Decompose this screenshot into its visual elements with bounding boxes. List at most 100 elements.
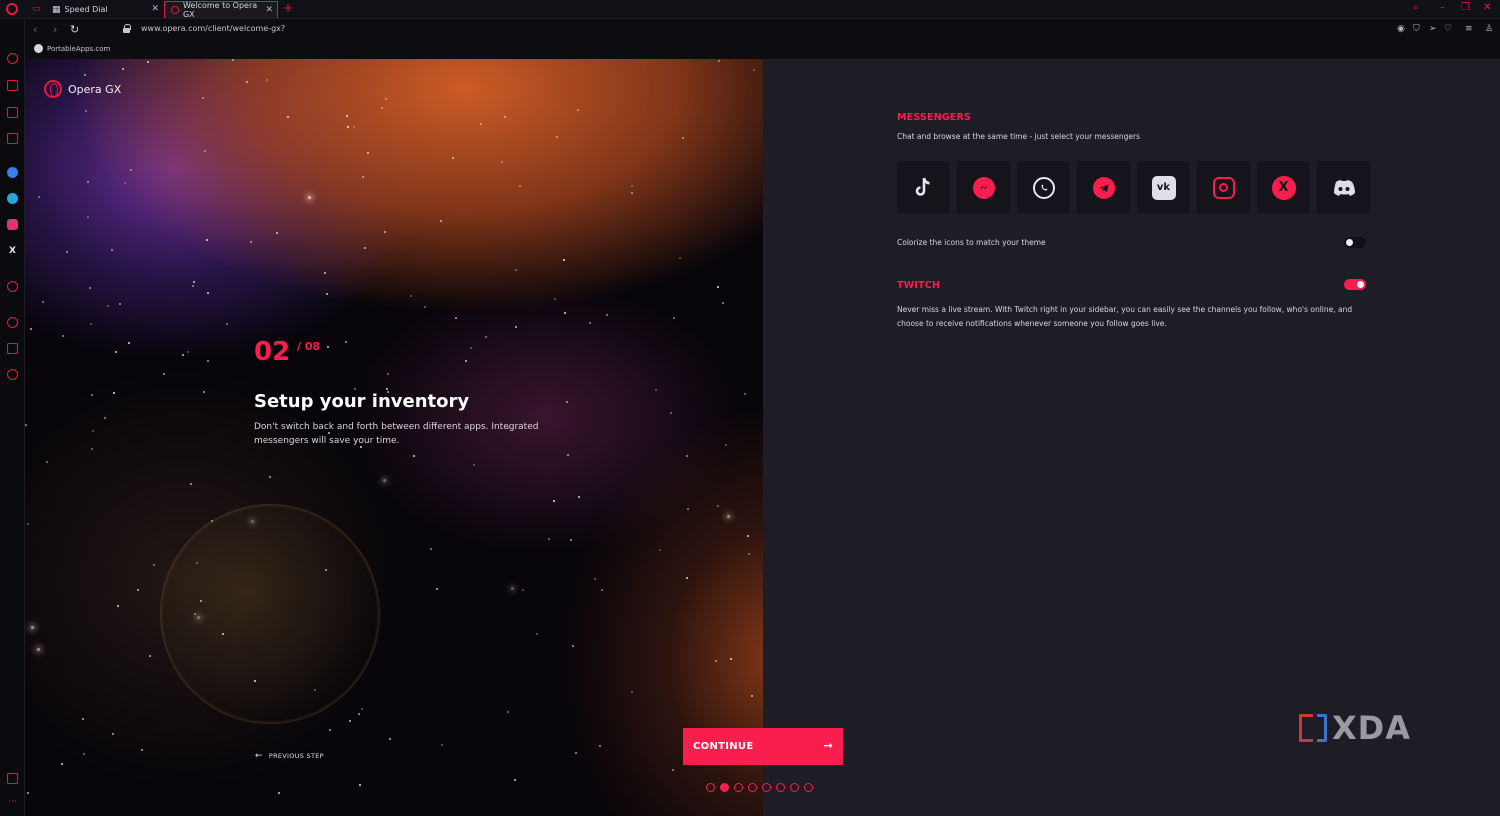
telegram-button[interactable]: [1077, 161, 1130, 214]
messenger-icon[interactable]: [7, 167, 18, 178]
player-icon[interactable]: [7, 281, 18, 292]
star: [251, 520, 254, 523]
twitch-toggle[interactable]: [1344, 279, 1366, 290]
star: [324, 272, 326, 274]
star: [747, 535, 749, 537]
box-icon[interactable]: [7, 343, 18, 354]
x-icon: X: [1271, 175, 1296, 200]
continue-button[interactable]: CONTINUE →: [683, 728, 843, 765]
pagination-dot[interactable]: [706, 783, 715, 792]
address-bar: ‹ › ↻ www.opera.com/client/welcome-gx? ◉…: [25, 19, 1500, 40]
pagination-dot[interactable]: [776, 783, 785, 792]
reload-icon[interactable]: ↻: [70, 23, 79, 36]
more-icon[interactable]: ⋯: [7, 797, 18, 808]
new-tab-button[interactable]: +: [283, 1, 293, 15]
settings-icon[interactable]: [7, 369, 18, 380]
tab-welcome[interactable]: Welcome to Opera GX ✕: [164, 1, 278, 19]
tiktok-button[interactable]: [897, 161, 950, 214]
back-icon[interactable]: ‹: [33, 23, 37, 36]
close-window-icon[interactable]: ✕: [1483, 2, 1491, 13]
star: [202, 97, 204, 99]
star: [347, 126, 349, 128]
twitch-icon[interactable]: [7, 107, 18, 118]
star: [686, 577, 688, 579]
url-field[interactable]: www.opera.com/client/welcome-gx?: [141, 24, 285, 33]
search-icon[interactable]: ⌕: [1413, 2, 1419, 13]
close-icon[interactable]: ✕: [265, 5, 273, 15]
discord-icon: [1333, 179, 1355, 196]
star: [308, 196, 311, 199]
star: [589, 322, 591, 324]
star: [87, 181, 89, 183]
star: [717, 286, 719, 288]
heart-icon[interactable]: ♡: [1444, 24, 1452, 34]
colorize-toggle[interactable]: [1344, 237, 1366, 248]
send-icon[interactable]: ➢: [1429, 24, 1437, 34]
star: [441, 744, 443, 746]
previous-step-button[interactable]: ← PREVIOUS STEP: [255, 751, 324, 761]
telegram-icon[interactable]: [7, 193, 18, 204]
gamepad-icon[interactable]: ▭: [32, 4, 41, 14]
star: [566, 401, 568, 403]
star: [514, 779, 516, 781]
star: [570, 539, 572, 541]
whatsapp-button[interactable]: [1017, 161, 1070, 214]
star: [599, 745, 601, 747]
tab-speed-dial[interactable]: ▦ Speed Dial ✕: [46, 1, 163, 18]
settings-panel: MESSENGERS Chat and browse at the same t…: [763, 59, 1500, 816]
x-icon[interactable]: X: [7, 246, 18, 257]
bookmark-favicon-icon: [34, 44, 43, 53]
camera-icon[interactable]: ◉: [1397, 24, 1405, 34]
vk-button[interactable]: vk: [1137, 161, 1190, 214]
star: [204, 150, 206, 152]
star: [232, 59, 234, 61]
calendar-icon[interactable]: [7, 133, 18, 144]
messenger-button[interactable]: [957, 161, 1010, 214]
menu-icon[interactable]: ≡: [1465, 24, 1473, 34]
star: [122, 68, 124, 70]
star: [37, 648, 40, 651]
star: [515, 326, 517, 328]
arrow-left-icon: ←: [255, 751, 263, 761]
star: [501, 161, 503, 163]
pagination-dot[interactable]: [804, 783, 813, 792]
star: [197, 616, 200, 619]
opera-menu-icon[interactable]: [6, 3, 18, 15]
step-number: 02: [254, 337, 291, 367]
star: [346, 115, 348, 117]
forward-icon[interactable]: ›: [53, 23, 57, 36]
restore-icon[interactable]: ❐: [1461, 2, 1470, 13]
shop-icon[interactable]: [7, 80, 18, 91]
star: [90, 323, 92, 325]
star: [124, 182, 126, 184]
star: [536, 633, 538, 635]
shield-icon[interactable]: ⛉: [1413, 24, 1420, 34]
pagination-dot[interactable]: [734, 783, 743, 792]
star: [564, 312, 566, 314]
speedometer-icon[interactable]: [7, 53, 18, 64]
minimize-icon[interactable]: –: [1440, 2, 1445, 13]
pagination-dot[interactable]: [790, 783, 799, 792]
opera-icon: [171, 6, 179, 14]
star: [389, 738, 391, 740]
history-icon[interactable]: [7, 317, 18, 328]
star: [354, 388, 356, 390]
star: [149, 655, 151, 657]
twitch-heading: TWITCH: [897, 280, 941, 291]
wallpaper-icon[interactable]: [7, 773, 18, 784]
bookmark-portableapps[interactable]: PortableApps.com: [47, 45, 110, 53]
close-icon[interactable]: ✕: [151, 4, 159, 14]
instagram-button[interactable]: [1197, 161, 1250, 214]
account-icon[interactable]: ♙: [1485, 24, 1493, 34]
discord-button[interactable]: [1317, 161, 1370, 214]
pagination-dot[interactable]: [720, 783, 729, 792]
star: [725, 444, 727, 446]
pagination-dot[interactable]: [762, 783, 771, 792]
star: [577, 109, 579, 111]
x-button[interactable]: X: [1257, 161, 1310, 214]
star: [190, 483, 192, 485]
instagram-icon[interactable]: [7, 219, 18, 230]
pagination-dot[interactable]: [748, 783, 757, 792]
star: [631, 192, 633, 194]
star: [507, 711, 509, 713]
